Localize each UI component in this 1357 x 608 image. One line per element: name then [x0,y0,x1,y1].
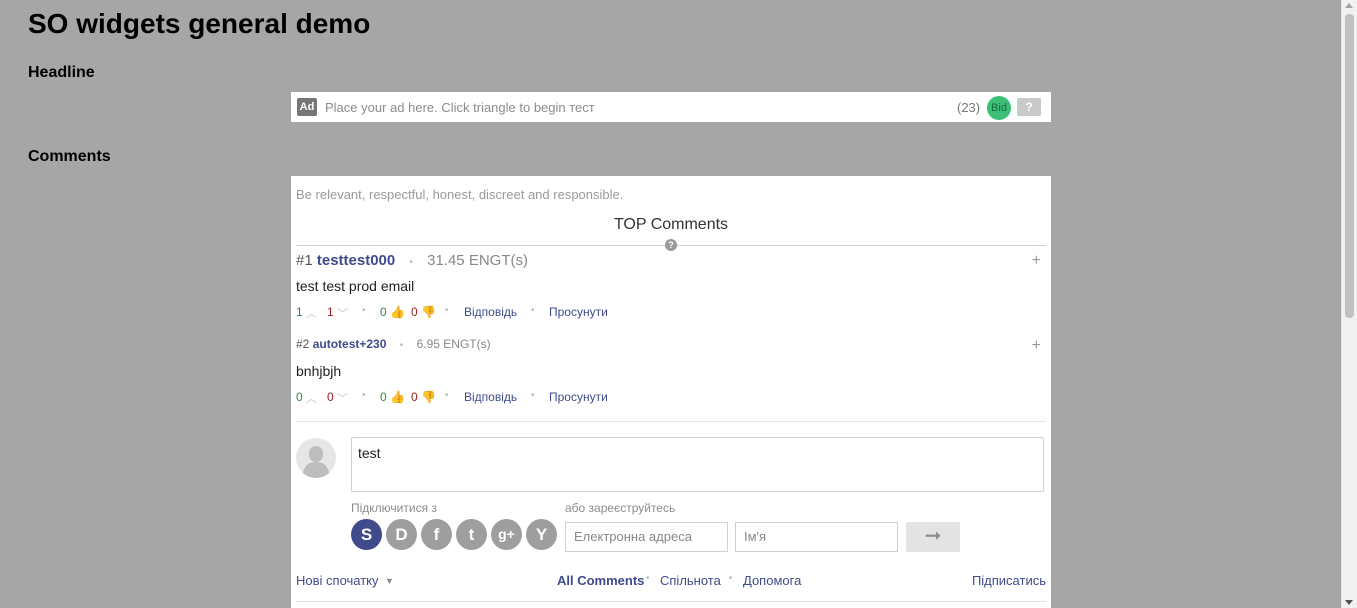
avatar-head-shape [309,446,323,462]
avatar [296,438,336,478]
scroll-down-icon[interactable] [1345,600,1353,605]
so-icon[interactable]: S [351,519,382,550]
comment-author[interactable]: testtest000 [317,252,395,269]
comment-rules: Be relevant, respectful, honest, discree… [296,187,624,202]
separator-dot: • [531,305,535,316]
promote-link[interactable]: Просунути [549,305,608,319]
downvote-chevron-icon[interactable]: ﹀ [337,305,348,321]
thumbs-up-icon[interactable]: 👍 [390,390,405,404]
headline-heading: Headline [28,64,95,81]
dislike-count: 0 [411,305,418,319]
separator-dot: • [445,390,449,401]
thumbs-down-icon[interactable]: 👎 [421,390,436,404]
comment-rank: #1 [296,252,313,269]
comment-text: bnhjbjh [296,363,342,379]
ad-help-button[interactable]: ? [1017,98,1041,116]
google-plus-icon[interactable]: g+ [491,519,522,550]
name-field[interactable]: Ім'я [735,522,898,552]
scroll-up-icon[interactable] [1345,3,1353,8]
separator-dot: • [362,390,366,401]
comment-text: test test prod email [296,278,415,294]
separator-dot: • [531,390,535,401]
comment-amount: 6.95 ENGT(s) [416,337,491,351]
comments-widget: Be relevant, respectful, honest, discree… [291,176,1051,608]
chevron-down-icon[interactable]: ▼ [385,576,394,586]
facebook-icon[interactable]: f [421,519,452,550]
disqus-icon[interactable]: D [386,519,417,550]
expand-icon[interactable]: + [1032,337,1041,355]
reply-link[interactable]: Відповідь [464,305,517,319]
comment-amount: 31.45 ENGT(s) [427,252,528,269]
comment-item: #1 testtest000 • 31.45 ENGT(s) + test te… [296,252,1046,322]
upvote-count: 1 [296,305,303,319]
avatar-shoulders-shape [303,462,329,478]
separator-dot: • [729,573,733,584]
page-title: SO widgets general demo [28,8,371,39]
thumbs-up-icon[interactable]: 👍 [390,305,405,319]
promote-link[interactable]: Просунути [549,390,608,404]
help-icon[interactable]: ? [665,239,677,251]
comment-rank: #2 [296,337,310,351]
yahoo-icon[interactable]: Y [526,519,557,550]
comment-header: #1 testtest000 • 31.45 ENGT(s) [296,252,528,269]
upvote-count: 0 [296,390,303,404]
tab-help[interactable]: Допомога [743,573,801,588]
scrollbar[interactable] [1341,0,1357,608]
twitter-icon[interactable]: t [456,519,487,550]
separator-dot: • [409,257,413,268]
ad-bar: Ad Place your ad here. Click triangle to… [291,92,1051,122]
upvote-chevron-icon[interactable]: ︿ [306,305,317,321]
sort-dropdown[interactable]: Нові спочатку [296,573,379,588]
thumbs-down-icon[interactable]: 👎 [421,305,436,319]
reply-link[interactable]: Відповідь [464,390,517,404]
like-count: 0 [380,390,387,404]
footer-divider [296,601,1046,602]
comment-header: #2 autotest+230 • 6.95 ENGT(s) [296,337,491,351]
connect-label: Підключитися з [351,501,437,515]
ad-count: (23) [957,100,981,115]
top-comments-title: TOP Comments [613,216,729,233]
separator-dot: • [362,305,366,316]
downvote-count: 0 [327,390,334,404]
expand-icon[interactable]: + [1032,252,1041,270]
ad-badge: Ad [297,98,317,116]
bid-button[interactable]: Bid [987,96,1011,120]
upvote-chevron-icon[interactable]: ︿ [306,390,317,406]
dislike-count: 0 [411,390,418,404]
downvote-count: 1 [327,305,334,319]
tab-all-comments[interactable]: All Comments [557,573,644,588]
comment-textarea[interactable]: test [351,437,1044,492]
comment-item: #2 autotest+230 • 6.95 ENGT(s) + bnhjbjh… [296,337,1046,407]
subscribe-link[interactable]: Підписатись [972,573,1046,588]
downvote-chevron-icon[interactable]: ﹀ [337,390,348,406]
email-field[interactable]: Електронна адреса [565,522,728,552]
comment-author[interactable]: autotest+230 [313,337,387,351]
ad-placeholder-text[interactable]: Place your ad here. Click triangle to be… [325,100,595,115]
comments-heading: Comments [28,148,111,165]
separator-dot: • [399,340,404,351]
scrollbar-thumb[interactable] [1345,14,1354,318]
composer-divider [296,421,1046,422]
like-count: 0 [380,305,387,319]
send-button[interactable]: ➞ [906,522,960,552]
tab-community[interactable]: Спільнота [660,573,721,588]
comments-footer: Нові спочатку ▼ All Comments • Спільнота… [296,573,1046,593]
separator-dot: • [646,573,650,584]
separator-dot: • [445,305,449,316]
register-label: або зареєструйтесь [565,501,676,515]
